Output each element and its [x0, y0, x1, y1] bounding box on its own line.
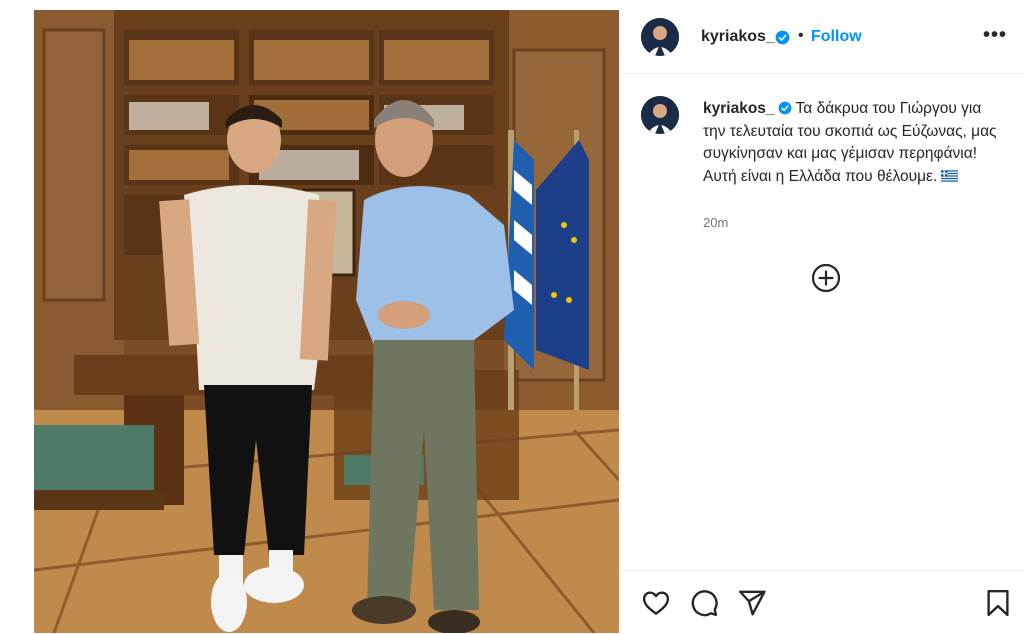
post-actions-bar: [621, 570, 1024, 634]
follow-button[interactable]: Follow: [811, 28, 862, 46]
post-photo[interactable]: [34, 10, 619, 633]
plus-circle-icon[interactable]: [811, 263, 841, 293]
separator-dot: •: [798, 27, 804, 44]
more-options-icon[interactable]: •••: [983, 24, 1007, 47]
verified-badge-icon: [778, 101, 791, 115]
greek-flag-icon: [941, 169, 959, 182]
bookmark-icon[interactable]: [983, 588, 1013, 618]
heart-icon[interactable]: [641, 588, 671, 618]
caption-username[interactable]: kyriakos_: [703, 100, 775, 117]
post-header: kyriakos_ • Follow •••: [621, 10, 1024, 74]
comment-bubble-icon[interactable]: [689, 588, 719, 618]
post-caption: kyriakos_ Τα δάκρυα του Γιώργου για την …: [703, 98, 1003, 188]
paper-plane-icon[interactable]: [737, 588, 767, 618]
verified-badge-icon: [775, 30, 790, 45]
caption-avatar[interactable]: [641, 96, 679, 134]
author-username[interactable]: kyriakos_: [701, 28, 775, 46]
avatar[interactable]: [641, 18, 679, 56]
post-timestamp[interactable]: 20m: [703, 215, 728, 230]
post-details-panel: kyriakos_ • Follow ••• kyriakos_ Τα δάκρ…: [620, 10, 1024, 633]
